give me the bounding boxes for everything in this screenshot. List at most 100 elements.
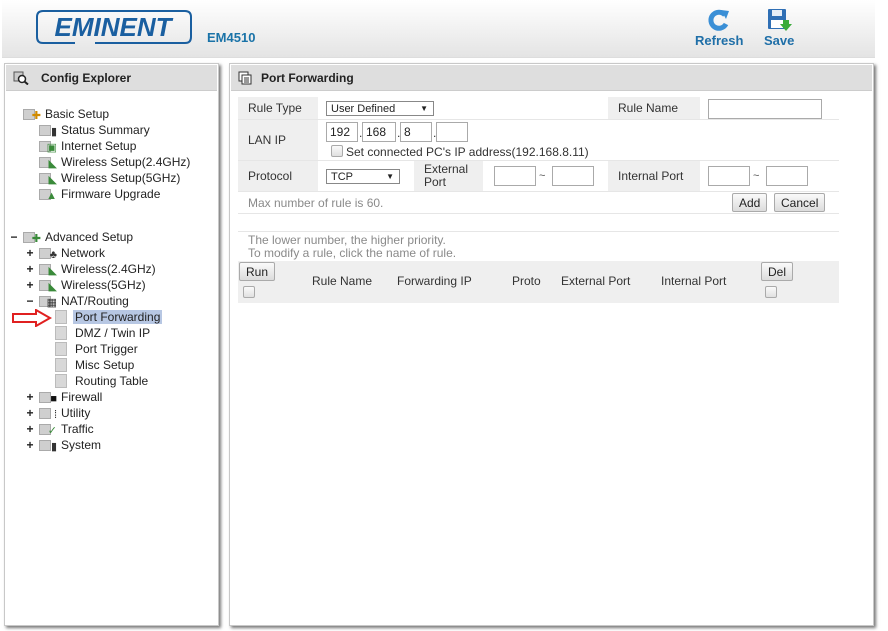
- range-separator: ~: [539, 170, 546, 182]
- range-separator: ~: [753, 170, 760, 182]
- column-internal-port: Internal Port: [661, 274, 727, 288]
- column-forwarding-ip: Forwarding IP: [397, 274, 472, 288]
- refresh-button[interactable]: Refresh: [695, 8, 743, 48]
- wifi-icon: ◣: [39, 171, 57, 186]
- expand-toggle[interactable]: +: [25, 262, 35, 276]
- lan-ip-label: LAN IP: [238, 120, 318, 160]
- lock-icon: ■: [39, 390, 57, 405]
- priority-note: The lower number, the higher priority.: [248, 233, 446, 247]
- utility-icon: ⁞: [39, 406, 57, 421]
- tree-wireless-5[interactable]: + ◣ Wireless(5GHz): [25, 277, 148, 293]
- run-button[interactable]: Run: [239, 262, 276, 281]
- bar-chart-icon: ▮: [39, 123, 57, 138]
- traffic-chart-icon: ✓: [39, 422, 57, 437]
- form-actions-row: Max number of rule is 60. Add Cancel: [238, 192, 839, 214]
- refresh-label: Refresh: [695, 33, 744, 48]
- tree-routing-table[interactable]: Routing Table: [55, 373, 150, 389]
- page-icon: [55, 374, 67, 388]
- model-name: EM4510: [207, 30, 256, 45]
- tree-wireless-24[interactable]: + ◣ Wireless(2.4GHz): [25, 261, 158, 277]
- port-forwarding-panel: Port Forwarding Rule Type User Defined ▼ …: [229, 63, 874, 626]
- bar-chart-icon: ▮: [39, 438, 57, 453]
- protocol-select[interactable]: TCP ▼: [326, 169, 400, 184]
- upgrade-icon: ▲: [39, 187, 57, 202]
- tree-wireless-setup-24[interactable]: ◣ Wireless Setup(2.4GHz): [39, 154, 192, 170]
- cancel-button[interactable]: Cancel: [774, 193, 826, 212]
- column-external-port: External Port: [561, 274, 631, 288]
- brand-text: EMINENT: [55, 12, 174, 42]
- refresh-icon: [708, 9, 730, 31]
- tree-firewall[interactable]: + ■ Firewall: [25, 389, 104, 405]
- window-icon: [238, 71, 252, 84]
- rule-type-row: Rule Type User Defined ▼ Rule Name: [238, 97, 839, 120]
- config-explorer-header: Config Explorer: [6, 65, 217, 91]
- set-pc-ip-checkbox[interactable]: [331, 145, 343, 157]
- expand-toggle[interactable]: +: [25, 406, 35, 420]
- expand-toggle[interactable]: +: [25, 278, 35, 292]
- internal-port-start-input[interactable]: [708, 166, 750, 186]
- rule-name-label: Rule Name: [608, 97, 700, 119]
- tree-dmz-twin-ip[interactable]: DMZ / Twin IP: [55, 325, 152, 341]
- collapse-toggle[interactable]: −: [25, 294, 35, 308]
- tree-advanced-setup[interactable]: − ✚ Advanced Setup: [9, 229, 135, 245]
- folder-icon: ✚: [23, 230, 41, 245]
- external-port-end-input[interactable]: [552, 166, 594, 186]
- save-icon: [768, 9, 793, 31]
- lan-ip-octet-3[interactable]: [400, 122, 432, 142]
- max-rules-note: Max number of rule is 60.: [248, 196, 384, 210]
- rule-name-input[interactable]: [708, 99, 822, 119]
- expand-toggle[interactable]: +: [25, 390, 35, 404]
- rules-table-header: Run Rule Name Forwarding IP Proto Extern…: [238, 261, 839, 303]
- page-icon: [55, 326, 67, 340]
- tree-nat-routing[interactable]: − ▦ NAT/Routing: [25, 293, 131, 309]
- external-port-start-input[interactable]: [494, 166, 536, 186]
- red-arrow-annotation: [12, 309, 52, 327]
- expand-toggle[interactable]: +: [25, 422, 35, 436]
- page-icon: [55, 310, 67, 324]
- expand-toggle[interactable]: +: [25, 246, 35, 260]
- tree-port-forwarding[interactable]: Port Forwarding: [55, 309, 163, 325]
- lan-ip-octet-4[interactable]: [436, 122, 468, 142]
- tree-misc-setup[interactable]: Misc Setup: [55, 357, 136, 373]
- expand-toggle[interactable]: +: [25, 438, 35, 452]
- internal-port-end-input[interactable]: [766, 166, 808, 186]
- tree-internet-setup[interactable]: ▣ Internet Setup: [39, 138, 138, 154]
- run-all-checkbox[interactable]: [243, 286, 255, 298]
- wifi-icon: ◣: [39, 278, 57, 293]
- eminent-logo: EMINENT: [36, 10, 192, 44]
- column-proto: Proto: [512, 274, 541, 288]
- tree-status-summary[interactable]: ▮ Status Summary: [39, 122, 152, 138]
- tree-basic-setup[interactable]: ✚ Basic Setup: [23, 106, 111, 122]
- column-rule-name: Rule Name: [312, 274, 373, 288]
- monitor-icon: ▣: [39, 139, 57, 154]
- delete-all-checkbox[interactable]: [765, 286, 777, 298]
- collapse-toggle[interactable]: −: [9, 230, 19, 244]
- add-button[interactable]: Add: [732, 193, 768, 212]
- lan-ip-row: LAN IP . . . Set connected PC's IP addre…: [238, 120, 839, 161]
- rule-type-label: Rule Type: [238, 97, 318, 119]
- tree-firmware-upgrade[interactable]: ▲ Firmware Upgrade: [39, 186, 162, 202]
- rule-type-select[interactable]: User Defined ▼: [326, 101, 434, 116]
- internal-port-label: Internal Port: [608, 161, 700, 191]
- tree-system[interactable]: + ▮ System: [25, 437, 103, 453]
- network-icon: ♣: [39, 246, 57, 261]
- wifi-icon: ◣: [39, 262, 57, 277]
- lan-ip-octet-2[interactable]: [362, 122, 396, 142]
- tree-port-trigger[interactable]: Port Trigger: [55, 341, 140, 357]
- tree-network[interactable]: + ♣ Network: [25, 245, 107, 261]
- page-icon: [55, 342, 67, 356]
- save-button[interactable]: Save: [764, 8, 794, 48]
- header-bar: EMINENT EM4510 Refresh Save: [2, 0, 875, 58]
- port-forwarding-header: Port Forwarding: [231, 65, 872, 91]
- dropdown-arrow-icon: ▼: [420, 104, 428, 113]
- table-icon: ▦: [39, 294, 57, 309]
- tree-traffic[interactable]: + ✓ Traffic: [25, 421, 96, 437]
- delete-button[interactable]: Del: [761, 262, 794, 281]
- tree-wireless-setup-5[interactable]: ◣ Wireless Setup(5GHz): [39, 170, 182, 186]
- lan-ip-octet-1[interactable]: [326, 122, 358, 142]
- save-label: Save: [764, 33, 795, 48]
- external-port-label: External Port: [414, 161, 483, 191]
- tree-utility[interactable]: + ⁞ Utility: [25, 405, 92, 421]
- config-explorer-panel: Config Explorer ✚ Basic Setup ▮ Status S…: [4, 63, 219, 626]
- modify-note: To modify a rule, click the name of rule…: [248, 246, 457, 260]
